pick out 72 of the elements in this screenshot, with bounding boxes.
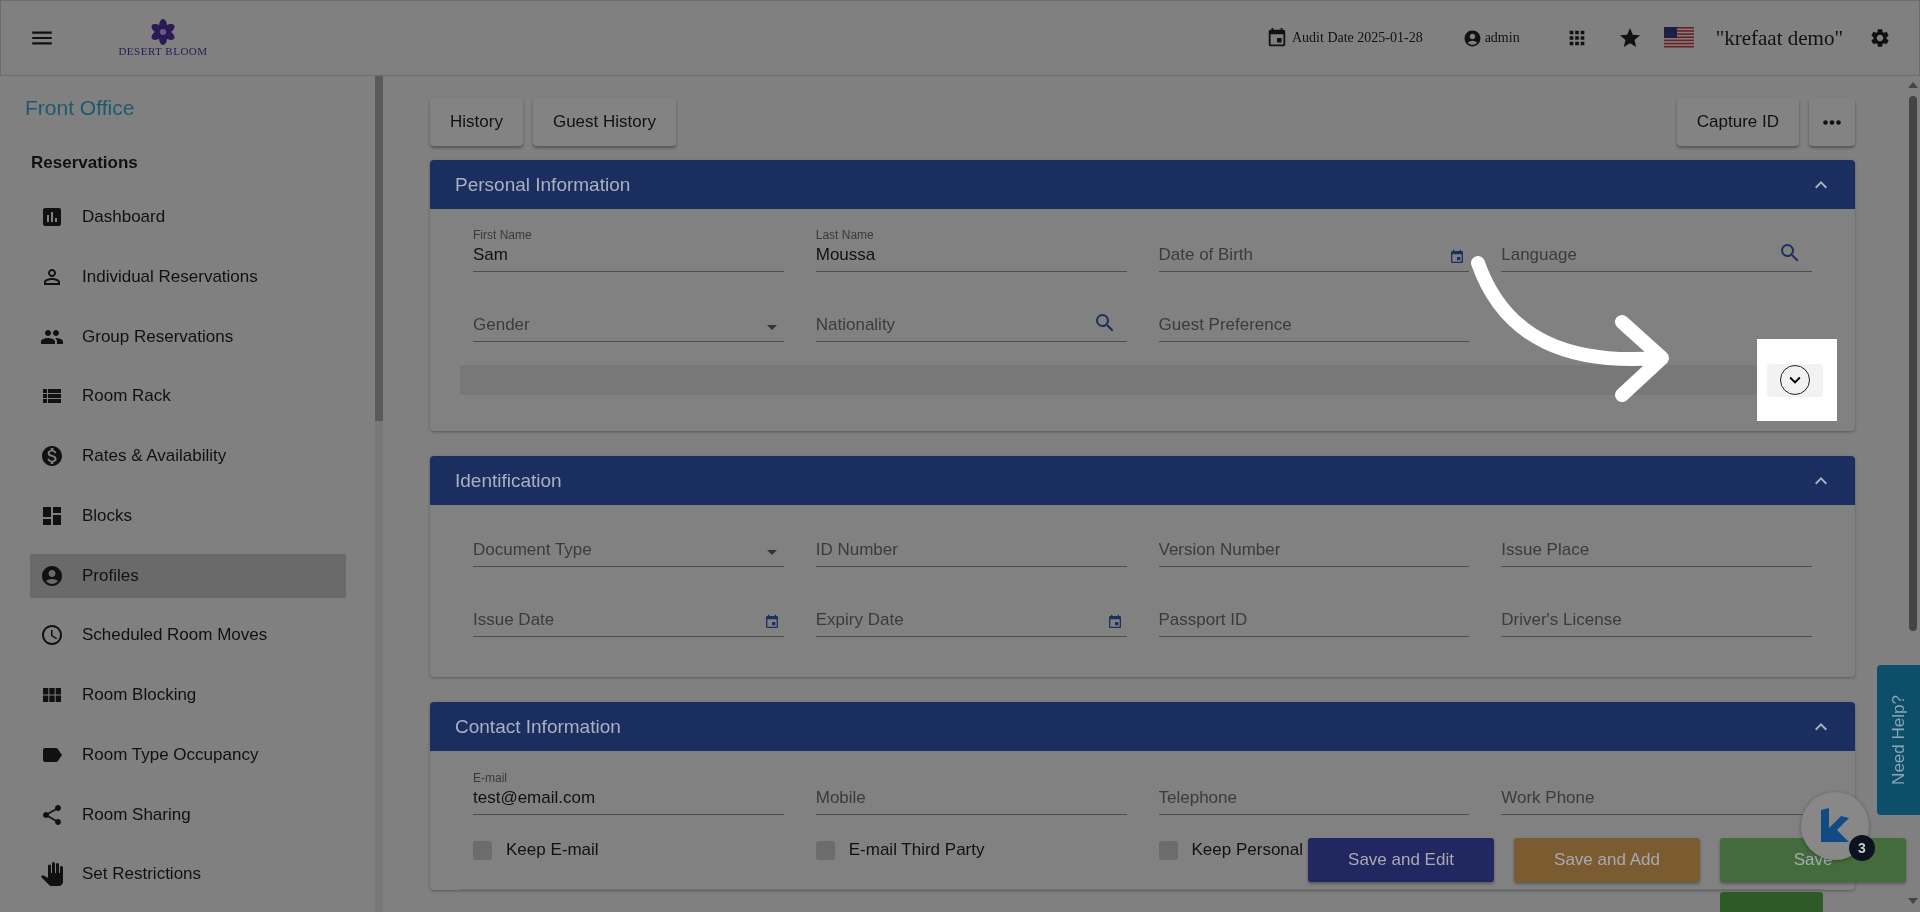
text-field[interactable]: Driver's License <box>1501 607 1778 633</box>
clock-icon <box>40 623 64 648</box>
help-tab[interactable]: Need Help? <box>1877 665 1920 815</box>
sidebar-item[interactable]: Room Sharing <box>30 792 346 837</box>
sidebar-title: Front Office <box>25 96 136 120</box>
checkbox[interactable]: Keep Personal <box>1158 835 1304 865</box>
calendar-icon <box>1266 27 1288 49</box>
star-icon[interactable] <box>1617 26 1642 50</box>
settings-icon[interactable] <box>1869 27 1891 49</box>
scroll-up-icon[interactable] <box>1907 82 1918 88</box>
account-icon <box>40 563 64 588</box>
text-field[interactable]: Moussa <box>815 242 1093 268</box>
panel-header[interactable]: Contact Information <box>430 702 1855 751</box>
field-label: First Name <box>473 228 533 242</box>
text-field[interactable]: Sam <box>473 242 750 268</box>
sidebar-item[interactable]: Set Restrictions <box>30 852 346 897</box>
calendar-icon[interactable] <box>763 614 780 630</box>
sidebar-item[interactable]: Room Rack <box>30 374 346 419</box>
sidebar-item[interactable]: Group Reservations <box>30 314 346 359</box>
share-icon <box>40 802 64 827</box>
sidebar-item[interactable]: Rates & Availability <box>30 434 346 479</box>
expand-button[interactable] <box>1767 363 1823 397</box>
text-field[interactable]: Version Number <box>1158 537 1436 563</box>
sidebar-item[interactable]: Dashboard <box>30 195 346 240</box>
checkbox[interactable]: Keep E-mail <box>473 835 599 865</box>
toolbar-button[interactable]: Guest History <box>532 98 676 146</box>
text-field[interactable]: Work Phone <box>1501 785 1778 811</box>
user-name[interactable]: admin <box>1484 30 1520 46</box>
sidebar-item[interactable]: Room Type Occupancy <box>30 732 346 778</box>
toolbar-button[interactable]: History <box>430 98 523 146</box>
panel-header[interactable]: Personal Information <box>430 160 1855 209</box>
sidebar-item[interactable]: Scheduled Room Moves <box>30 613 346 658</box>
sidebar-item[interactable]: Room Blocking <box>30 673 346 718</box>
sidebar-item[interactable]: Blocks <box>30 493 346 539</box>
scrollbar[interactable] <box>375 76 383 912</box>
more-icon <box>1823 119 1841 125</box>
hand-icon <box>40 862 64 887</box>
dollar-icon <box>40 444 64 469</box>
calendar-icon[interactable] <box>1449 249 1466 265</box>
more-button[interactable] <box>1809 98 1855 146</box>
text-field[interactable]: Telephone <box>1158 785 1436 811</box>
text-field[interactable]: Gender <box>473 312 750 338</box>
action-button[interactable]: Save and Edit <box>1308 838 1494 882</box>
text-field[interactable]: Expiry Date <box>815 607 1093 633</box>
section-heading: Reservations <box>31 152 139 174</box>
field-label: Last Name <box>815 228 875 242</box>
sidebar-item[interactable]: Profiles <box>30 553 346 598</box>
text-field[interactable]: Mobile <box>815 785 1093 811</box>
text-field[interactable]: Guest Preference <box>1158 312 1436 338</box>
field-label: E-mail <box>473 771 508 785</box>
text-field[interactable]: ID Number <box>815 537 1093 563</box>
text-field[interactable]: Issue Date <box>473 607 750 633</box>
toolbar-button[interactable]: Capture ID <box>1676 98 1799 146</box>
text-field[interactable]: Date of Birth <box>1158 242 1436 268</box>
account-name: "krefaat demo" <box>1715 25 1843 51</box>
scroll-down-icon[interactable] <box>1907 898 1918 904</box>
user-icon <box>1462 28 1482 48</box>
audit-date: Audit Date 2025-01-28 <box>1292 30 1423 46</box>
text-field[interactable]: Language <box>1501 242 1778 268</box>
calendar-icon[interactable] <box>1106 614 1123 630</box>
text-field[interactable]: Nationality <box>815 312 1093 338</box>
text-field[interactable]: Passport ID <box>1158 607 1436 633</box>
panel-header[interactable]: Identification <box>430 456 1855 505</box>
text-field[interactable]: test@email.com <box>473 785 750 811</box>
text-field[interactable]: Document Type <box>473 537 750 563</box>
flag-icon[interactable] <box>1663 27 1694 49</box>
flower-icon <box>149 19 177 45</box>
action-button[interactable]: Save and Add <box>1514 838 1700 882</box>
checkbox[interactable]: E-mail Third Party <box>815 835 985 865</box>
sidebar-item[interactable]: Individual Reservations <box>30 254 346 300</box>
text-field[interactable]: Issue Place <box>1501 537 1778 563</box>
logo: DESERT BLOOM <box>93 19 233 57</box>
